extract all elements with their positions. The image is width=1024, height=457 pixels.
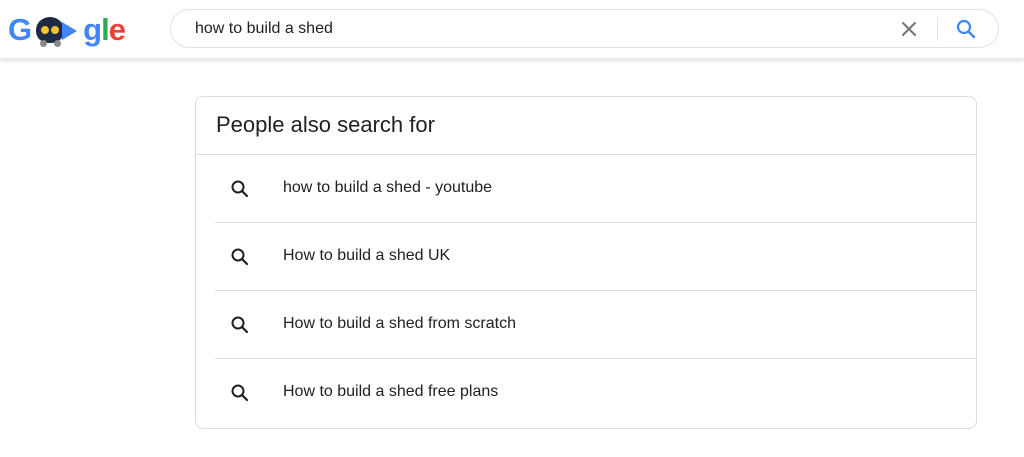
related-search-item[interactable]: How to build a shed free plans [196,359,976,427]
search-divider [937,17,938,41]
people-also-search-card: People also search for how to build a sh… [195,96,977,429]
search-input[interactable] [195,10,885,47]
search-icon [230,315,250,335]
related-search-item[interactable]: How to build a shed from scratch [196,291,976,359]
search-icon [230,247,250,267]
close-icon[interactable] [899,19,919,39]
related-search-label: How to build a shed from scratch [283,315,516,332]
related-search-item[interactable]: How to build a shed UK [196,223,976,291]
related-search-item[interactable]: how to build a shed - youtube [196,155,976,223]
search-box [170,9,999,48]
related-search-label: how to build a shed - youtube [283,179,493,196]
related-search-list: how to build a shed - youtube How to bui… [196,155,976,427]
search-icon [230,179,250,199]
google-doodle-logo[interactable]: G gle [8,12,126,48]
card-title: People also search for [216,112,435,137]
related-search-label: How to build a shed free plans [283,383,499,400]
search-icon [230,383,250,403]
top-bar: G gle [0,0,1024,59]
related-search-label: How to build a shed UK [283,247,451,264]
doodle-robot-icon [32,13,82,47]
search-icon[interactable] [955,18,977,40]
